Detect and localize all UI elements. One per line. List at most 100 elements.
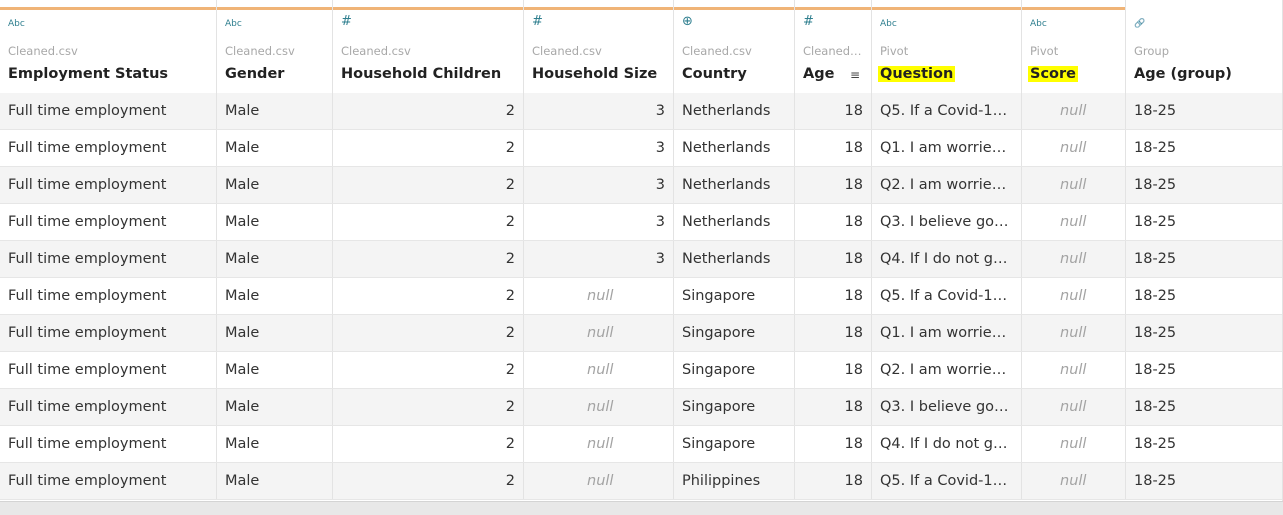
string-type-icon[interactable]: Abc xyxy=(1030,18,1047,30)
table-cell[interactable]: Male xyxy=(217,389,333,425)
globe-type-icon[interactable]: ⊕ xyxy=(682,15,693,28)
table-cell[interactable]: Q1. I am worried ... xyxy=(872,130,1022,166)
table-cell[interactable]: 2 xyxy=(333,389,524,425)
table-cell[interactable]: null xyxy=(1022,167,1126,203)
table-cell[interactable]: Netherlands xyxy=(674,167,795,203)
table-cell[interactable]: 18-25 xyxy=(1126,426,1283,462)
sort-ascending-icon[interactable]: ≡ xyxy=(850,68,860,82)
table-cell[interactable]: 18 xyxy=(795,93,872,129)
table-cell[interactable]: 2 xyxy=(333,204,524,240)
table-cell[interactable]: 18-25 xyxy=(1126,130,1283,166)
table-cell[interactable]: null xyxy=(1022,130,1126,166)
table-cell[interactable]: 3 xyxy=(524,204,674,240)
table-cell[interactable]: 18 xyxy=(795,204,872,240)
column-header-gender[interactable]: Abc Cleaned.csv Gender xyxy=(217,0,333,93)
table-cell[interactable]: 2 xyxy=(333,426,524,462)
number-type-icon[interactable]: # xyxy=(341,15,352,28)
table-cell[interactable]: 18 xyxy=(795,130,872,166)
table-cell[interactable]: Singapore xyxy=(674,352,795,388)
column-name[interactable]: Employment Status xyxy=(8,66,168,82)
column-header-household-children[interactable]: # Cleaned.csv Household Children xyxy=(333,0,524,93)
table-cell[interactable]: 3 xyxy=(524,130,674,166)
table-cell[interactable]: 18-25 xyxy=(1126,463,1283,499)
table-cell[interactable]: Male xyxy=(217,278,333,314)
table-cell[interactable]: Netherlands xyxy=(674,241,795,277)
table-cell[interactable]: Q3. I believe gov... xyxy=(872,389,1022,425)
table-cell[interactable]: Male xyxy=(217,241,333,277)
table-cell[interactable]: 2 xyxy=(333,130,524,166)
table-cell[interactable]: 2 xyxy=(333,167,524,203)
column-header-question[interactable]: Abc Pivot Question xyxy=(872,0,1022,93)
table-cell[interactable]: Q3. I believe gov... xyxy=(872,204,1022,240)
table-cell[interactable]: 18-25 xyxy=(1126,315,1283,351)
table-cell[interactable]: 18-25 xyxy=(1126,93,1283,129)
table-cell[interactable]: null xyxy=(1022,315,1126,351)
table-cell[interactable]: 3 xyxy=(524,167,674,203)
column-name[interactable]: Country xyxy=(682,66,747,82)
table-cell[interactable]: null xyxy=(524,278,674,314)
table-cell[interactable]: Male xyxy=(217,204,333,240)
table-cell[interactable]: Singapore xyxy=(674,389,795,425)
column-name[interactable]: Question xyxy=(878,66,956,82)
table-cell[interactable]: 18 xyxy=(795,315,872,351)
number-type-icon[interactable]: # xyxy=(532,15,543,28)
table-cell[interactable]: Full time employment xyxy=(0,130,217,166)
table-cell[interactable]: null xyxy=(524,463,674,499)
table-cell[interactable]: Full time employment xyxy=(0,426,217,462)
table-cell[interactable]: 2 xyxy=(333,315,524,351)
column-header-household-size[interactable]: # Cleaned.csv Household Size xyxy=(524,0,674,93)
table-cell[interactable]: Male xyxy=(217,167,333,203)
table-cell[interactable]: 18 xyxy=(795,278,872,314)
table-cell[interactable]: null xyxy=(1022,204,1126,240)
table-cell[interactable]: Full time employment xyxy=(0,167,217,203)
table-cell[interactable]: 2 xyxy=(333,352,524,388)
column-name[interactable]: Age xyxy=(803,66,834,82)
table-cell[interactable]: 18 xyxy=(795,167,872,203)
table-cell[interactable]: Singapore xyxy=(674,426,795,462)
table-cell[interactable]: null xyxy=(524,389,674,425)
table-cell[interactable]: 3 xyxy=(524,241,674,277)
table-cell[interactable]: null xyxy=(524,352,674,388)
table-cell[interactable]: Q4. If I do not get... xyxy=(872,241,1022,277)
table-cell[interactable]: null xyxy=(1022,463,1126,499)
table-cell[interactable]: Full time employment xyxy=(0,389,217,425)
table-cell[interactable]: 18 xyxy=(795,389,872,425)
table-cell[interactable]: null xyxy=(1022,278,1126,314)
table-cell[interactable]: 2 xyxy=(333,463,524,499)
column-header-age[interactable]: # Cleaned.csv Age ≡ xyxy=(795,0,872,93)
number-type-icon[interactable]: # xyxy=(803,15,814,28)
table-cell[interactable]: null xyxy=(1022,426,1126,462)
column-header-score[interactable]: Abc Pivot Score xyxy=(1022,0,1126,93)
table-cell[interactable]: Q2. I am worried ... xyxy=(872,167,1022,203)
table-cell[interactable]: 18 xyxy=(795,352,872,388)
table-cell[interactable]: null xyxy=(1022,389,1126,425)
string-type-icon[interactable]: Abc xyxy=(880,18,897,30)
column-name[interactable]: Gender xyxy=(225,66,284,82)
table-cell[interactable]: Full time employment xyxy=(0,204,217,240)
table-cell[interactable]: 2 xyxy=(333,241,524,277)
column-name[interactable]: Score xyxy=(1028,66,1078,82)
table-cell[interactable]: Netherlands xyxy=(674,204,795,240)
column-name[interactable]: Age (group) xyxy=(1134,66,1232,82)
table-cell[interactable]: 18 xyxy=(795,426,872,462)
column-header-employment-status[interactable]: Abc Cleaned.csv Employment Status xyxy=(0,0,217,93)
table-cell[interactable]: null xyxy=(1022,352,1126,388)
column-header-age-group[interactable]: 🔗 Group Age (group) xyxy=(1126,0,1283,93)
table-cell[interactable]: Male xyxy=(217,352,333,388)
table-cell[interactable]: 18-25 xyxy=(1126,241,1283,277)
table-cell[interactable]: 18-25 xyxy=(1126,389,1283,425)
column-name[interactable]: Household Children xyxy=(341,66,501,82)
table-cell[interactable]: Male xyxy=(217,93,333,129)
table-cell[interactable]: Q5. If a Covid-19 ... xyxy=(872,93,1022,129)
table-cell[interactable]: 2 xyxy=(333,278,524,314)
string-type-icon[interactable]: Abc xyxy=(225,18,242,30)
table-cell[interactable]: Full time employment xyxy=(0,463,217,499)
table-cell[interactable]: Q4. If I do not get... xyxy=(872,426,1022,462)
table-cell[interactable]: 18-25 xyxy=(1126,352,1283,388)
table-cell[interactable]: Full time employment xyxy=(0,278,217,314)
table-cell[interactable]: Q2. I am worried ... xyxy=(872,352,1022,388)
table-cell[interactable]: Q1. I am worried ... xyxy=(872,315,1022,351)
table-cell[interactable]: Singapore xyxy=(674,315,795,351)
table-cell[interactable]: Netherlands xyxy=(674,130,795,166)
table-cell[interactable]: Full time employment xyxy=(0,241,217,277)
